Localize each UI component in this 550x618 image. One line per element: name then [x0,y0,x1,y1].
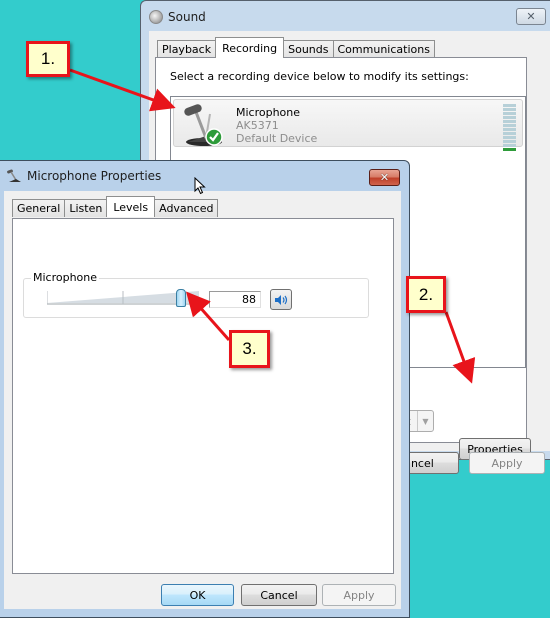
sound-title-bar[interactable]: Sound [149,8,206,26]
sound-close-button[interactable]: ✕ [516,8,546,25]
microphone-level-group: Microphone 88 [23,271,369,318]
level-meter-segment [503,120,516,123]
slider-thumb[interactable] [175,289,186,307]
close-icon: ✕ [379,171,390,184]
device-name: Microphone [236,106,301,119]
mic-tab-bar: General Listen Levels Advanced [12,196,219,217]
sound-window-title: Sound [168,10,206,24]
callout-3: 3. [229,330,270,368]
level-slider[interactable] [46,287,199,307]
sound-app-icon [149,10,163,24]
level-meter-segment [503,140,516,143]
device-model: AK5371 [236,119,279,132]
mic-dialog-body: General Listen Levels Advanced Microphon… [4,191,401,609]
device-row-microphone[interactable]: Microphone AK5371 Default Device [173,99,523,151]
apply-button[interactable]: Apply [322,584,396,606]
speaker-icon [275,294,288,305]
level-meter-segment [503,144,516,147]
tab-playback[interactable]: Playback [157,40,217,58]
callout-2: 2. [406,276,446,313]
ok-button[interactable]: OK [161,584,234,606]
dropdown-arrow-icon[interactable]: ▼ [417,411,433,431]
group-label: Microphone [31,271,100,284]
level-meter-segment [503,148,516,151]
level-meter-segment [503,128,516,131]
device-info: Microphone AK5371 Default Device [236,106,317,145]
levels-panel: Microphone 88 [12,218,394,574]
cancel-button[interactable]: Cancel [241,584,317,606]
level-meter-segment [503,124,516,127]
callout-1: 1. [26,41,70,77]
mic-window-title: Microphone Properties [27,169,162,183]
instruction-text: Select a recording device below to modif… [170,70,469,83]
sound-tab-bar: Playback Recording Sounds Communications [157,37,435,58]
mic-close-button[interactable]: ✕ [369,169,400,186]
sound-apply-button[interactable]: Apply [469,452,545,474]
device-status: Default Device [236,132,318,145]
tab-general[interactable]: General [12,199,66,217]
level-meter-segment [503,116,516,119]
close-icon: ✕ [526,10,536,23]
level-meter-segment [503,104,516,107]
level-meter-segment [503,112,516,115]
microphone-icon [7,169,21,182]
level-meter-segment [503,108,516,111]
level-value-input[interactable]: 88 [209,291,261,308]
microphone-properties-window: Microphone Properties ✕ General Listen L… [0,160,410,618]
microphone-icon [184,104,223,146]
tab-sounds[interactable]: Sounds [283,40,334,58]
mic-title-bar[interactable]: Microphone Properties [6,169,161,183]
tab-advanced[interactable]: Advanced [154,199,219,217]
level-meter-segment [503,132,516,135]
tab-communications[interactable]: Communications [332,40,435,58]
level-meter-segment [503,136,516,139]
tab-listen[interactable]: Listen [64,199,108,217]
mute-button[interactable] [270,289,292,310]
tab-levels[interactable]: Levels [106,196,156,217]
level-meter [503,104,516,151]
tab-recording[interactable]: Recording [215,37,285,58]
mouse-cursor-icon [194,177,206,195]
